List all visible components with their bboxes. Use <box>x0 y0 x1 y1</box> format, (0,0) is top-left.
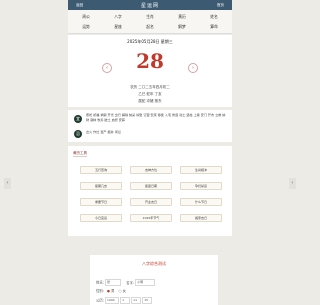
month-select[interactable]: 1 <box>120 297 131 304</box>
gregorian-date: 2025年05月28日 星期三 <box>127 39 173 44</box>
right-scroll-tab[interactable]: › <box>289 178 296 189</box>
nav-item[interactable]: 周公 <box>70 14 102 20</box>
chevron-right-icon: › <box>291 180 294 186</box>
nav-item[interactable]: 解梦 <box>166 24 198 30</box>
yi-text: 祭祀 祈福 求嗣 开光 出行 解除 纳采 嫁娶 订盟 安床 移徙 入宅 修造 动… <box>86 113 226 122</box>
day-number: 28 <box>136 49 164 73</box>
tool-button[interactable]: 五行查询 <box>80 166 122 174</box>
nav-item[interactable]: 起名 <box>134 24 166 30</box>
tool-button[interactable]: 开业吉日 <box>130 198 172 206</box>
tools-title: 黄历工具 <box>73 151 87 157</box>
radio-male-icon[interactable]: ● <box>107 289 110 293</box>
year-select[interactable]: 1990 <box>105 297 120 304</box>
hour-select[interactable]: 15 <box>142 297 153 304</box>
lunar-date: 农历 二〇二五年四月初二 <box>130 85 170 89</box>
gender-row: 性别: ● 男 ○ 女 <box>96 288 126 293</box>
tool-button[interactable]: 星座日期 <box>130 182 172 190</box>
ji-badge: 忌 <box>74 130 82 138</box>
date-card: 2025年05月28日 星期三 ‹ 28 › 农历 二〇二五年四月初二 乙巳 蛇… <box>68 35 232 107</box>
radio-female-icon[interactable]: ○ <box>119 289 122 293</box>
ji-text: 出火 作灶 置产 掘井 词讼 <box>86 130 121 134</box>
top-bar: 返回 星运网 首页 <box>68 0 232 10</box>
gender-male-label: 男 <box>111 289 115 293</box>
main-nav: 周公 八字 生肖 黄历 姓名 运势 星座 起名 解梦 算命 <box>68 10 232 34</box>
yiji-card: 宜 祭祀 祈福 求嗣 开光 出行 解除 纳采 嫁娶 订盟 安床 移徙 入宅 修造… <box>68 110 232 142</box>
bazi-form: 八字综合测试 姓氏: 张 名字: 小明 性别: ● 男 ○ 女 公历: 1990… <box>90 255 218 305</box>
tool-button[interactable]: 什么节日 <box>180 198 222 206</box>
tool-button[interactable]: 生肖相冲 <box>180 166 222 174</box>
tool-button[interactable]: 2025年节气 <box>130 214 172 222</box>
gender-label: 性别: <box>96 289 104 293</box>
bazi-title: 八字综合测试 <box>142 261 166 266</box>
chevron-left-icon: ‹ <box>6 180 9 186</box>
left-scroll-tab[interactable]: ‹ <box>4 178 11 189</box>
next-day-button[interactable]: › <box>188 63 198 73</box>
home-link[interactable]: 首页 <box>217 3 224 8</box>
gender-female-label: 女 <box>122 289 126 293</box>
nav-item[interactable]: 黄历 <box>166 14 198 20</box>
surname-label: 姓氏: <box>96 280 104 285</box>
tool-button[interactable]: 重要节日 <box>80 198 122 206</box>
name-label: 名字: <box>126 280 135 285</box>
tool-button[interactable]: 孕妇禁忌 <box>180 182 222 190</box>
chevron-right-icon: › <box>192 65 194 71</box>
tool-button[interactable]: 搬家吉日 <box>180 214 222 222</box>
tools-card: 黄历工具 五行查询 吉神方位 生肖相冲 星期几吉 星座日期 孕妇禁忌 重要节日 … <box>68 146 232 236</box>
tool-button[interactable]: 星期几吉 <box>80 182 122 190</box>
name-input[interactable]: 小明 <box>135 279 156 286</box>
ganzhi: 乙巳 蛇年 丁亥 <box>138 92 162 96</box>
zodiac-info: 属蛇 冲猪 煞东 <box>138 99 162 103</box>
day-select[interactable]: 11 <box>131 297 142 304</box>
surname-input[interactable]: 张 <box>105 279 122 286</box>
nav-item[interactable]: 算命 <box>198 24 230 30</box>
tool-button[interactable]: 吉神方位 <box>130 166 172 174</box>
dob-label: 公历: <box>96 298 104 303</box>
tool-button[interactable]: 今日宜忌 <box>80 214 122 222</box>
name-row: 姓氏: 张 名字: 小明 <box>96 279 156 286</box>
nav-item[interactable]: 星座 <box>102 24 134 30</box>
site-title: 星运网 <box>140 3 159 9</box>
nav-item[interactable]: 生肖 <box>134 14 166 20</box>
nav-item[interactable]: 运势 <box>70 24 102 30</box>
yi-badge: 宜 <box>74 115 82 123</box>
dob-row: 公历: 1990 1 11 15 <box>96 297 153 304</box>
nav-item[interactable]: 八字 <box>102 14 134 20</box>
nav-item[interactable]: 姓名 <box>198 14 230 20</box>
